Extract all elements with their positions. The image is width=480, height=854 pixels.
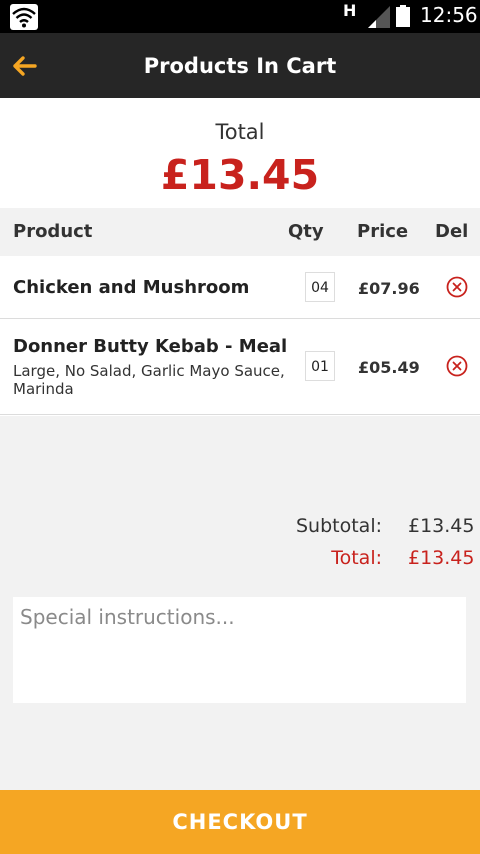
- cart-row: Donner Butty Kebab - Meal Large, No Sala…: [0, 319, 480, 415]
- column-header-qty: Qty: [288, 221, 324, 242]
- network-type-icon: H: [343, 1, 357, 20]
- page-title: Products In Cart: [143, 54, 337, 78]
- summary-total-label: Total:: [331, 547, 382, 569]
- battery-icon: [396, 5, 410, 27]
- quantity-field[interactable]: 04: [305, 272, 335, 302]
- delete-icon[interactable]: [446, 355, 468, 377]
- special-instructions-input[interactable]: [13, 597, 466, 703]
- product-price: £05.49: [358, 358, 420, 377]
- total-amount: £13.45: [160, 151, 320, 199]
- column-header-del: Del: [435, 221, 469, 242]
- product-name: Chicken and Mushroom: [13, 277, 250, 298]
- total-label: Total: [215, 120, 265, 144]
- signal-icon: [368, 6, 390, 28]
- product-options: Large, No Salad, Garlic Mayo Sauce, Mari…: [13, 362, 285, 398]
- cart-table-header: Product Qty Price Del: [0, 208, 480, 256]
- subtotal-label: Subtotal:: [295, 515, 382, 537]
- status-clock: 12:56: [420, 3, 478, 27]
- app-bar: Products In Cart: [0, 33, 480, 98]
- product-price: £07.96: [358, 279, 420, 298]
- wifi-icon: [10, 4, 38, 30]
- delete-icon[interactable]: [446, 276, 468, 298]
- column-header-price: Price: [357, 221, 409, 242]
- quantity-field[interactable]: 01: [305, 351, 335, 381]
- subtotal-value: £13.45: [408, 515, 475, 537]
- column-header-product: Product: [13, 221, 93, 242]
- checkout-button[interactable]: CHECKOUT: [0, 790, 480, 854]
- status-bar: H 12:56: [0, 0, 480, 33]
- cart-row: Chicken and Mushroom 04 £07.96: [0, 257, 480, 319]
- summary-total-value: £13.45: [408, 547, 475, 569]
- product-name: Donner Butty Kebab - Meal: [13, 336, 288, 357]
